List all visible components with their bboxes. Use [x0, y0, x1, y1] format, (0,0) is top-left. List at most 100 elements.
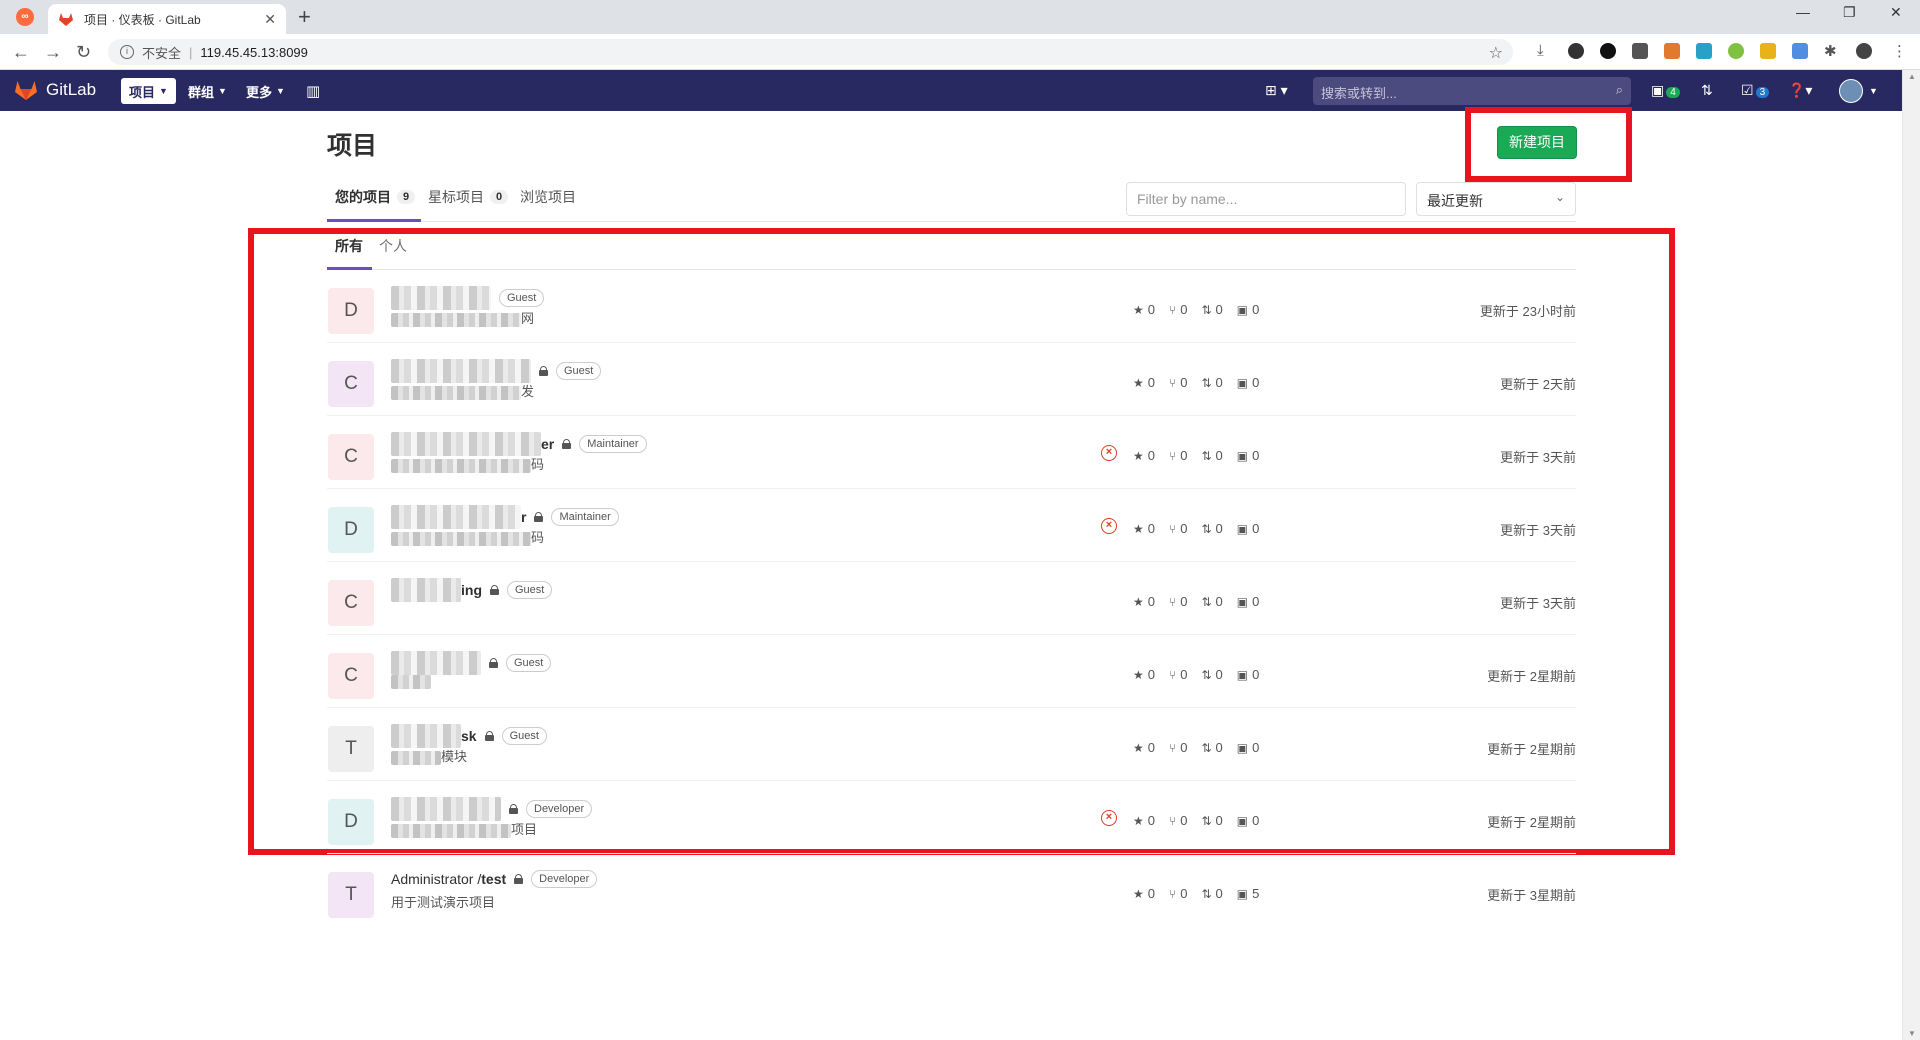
help-icon[interactable]: ❓▾ [1788, 82, 1812, 99]
tab-explore-projects[interactable]: 浏览项目 [520, 187, 576, 207]
project-avatar[interactable]: D [328, 288, 374, 334]
gitlab-logo[interactable]: GitLab [14, 79, 96, 101]
issues-count[interactable]: ▣ 0 [1237, 594, 1260, 609]
page-scrollbar[interactable]: ▲ ▼ [1902, 70, 1920, 1040]
maximize-icon[interactable]: ❐ [1843, 4, 1856, 21]
project-row[interactable]: D Developer 项目 × ★ 0 ⑂ 0 ⇅ 0 ▣ 0 更新于 2星期前 [327, 781, 1576, 854]
browser-profile-icon[interactable]: ∞ [16, 8, 34, 26]
stars-count[interactable]: ★ 0 [1133, 302, 1155, 317]
download-icon[interactable]: ⤓ [1537, 42, 1544, 59]
merge-requests-count[interactable]: ⇅ 0 [1201, 667, 1222, 682]
project-name[interactable]: sk Guest [391, 724, 547, 748]
filter-by-name-input[interactable]: Filter by name... [1126, 182, 1406, 216]
forks-count[interactable]: ⑂ 0 [1169, 302, 1187, 317]
issues-count[interactable]: ▣ 0 [1237, 667, 1260, 682]
issues-count[interactable]: ▣ 5 [1237, 886, 1260, 901]
nav-more[interactable]: 更多 ▼ [238, 78, 293, 104]
stars-count[interactable]: ★ 0 [1133, 375, 1155, 390]
puzzle-icon[interactable]: ✱ [1824, 42, 1837, 60]
project-row[interactable]: T Administrator / test Developer 用于测试演示项目 ★ 0… [327, 854, 1576, 927]
project-avatar[interactable]: T [328, 726, 374, 772]
merge-requests-count[interactable]: ⇅ 0 [1201, 813, 1222, 828]
forks-count[interactable]: ⑂ 0 [1169, 594, 1187, 609]
user-avatar[interactable] [1839, 79, 1863, 103]
scroll-up-icon[interactable]: ▲ [1908, 72, 1916, 81]
issues-count[interactable]: ▣ 0 [1237, 375, 1260, 390]
info-icon[interactable]: i [120, 45, 134, 59]
extension-icon[interactable] [1600, 43, 1616, 59]
address-bar[interactable]: i 不安全 | 119.45.45.13:8099 ☆ [108, 39, 1513, 65]
stars-count[interactable]: ★ 0 [1133, 594, 1155, 609]
project-row[interactable]: Cing Guest ★ 0 ⑂ 0 ⇅ 0 ▣ 0 更新于 3天前 [327, 562, 1576, 635]
project-row[interactable]: C Guest 发 ★ 0 ⑂ 0 ⇅ 0 ▣ 0 更新于 2天前 [327, 343, 1576, 416]
project-avatar[interactable]: D [328, 507, 374, 553]
tab-your-projects[interactable]: 您的项目 9 [335, 187, 416, 207]
issues-icon[interactable]: ▣ 4 [1651, 82, 1680, 99]
forks-count[interactable]: ⑂ 0 [1169, 740, 1187, 755]
close-tab-icon[interactable]: ✕ [264, 11, 276, 28]
search-input[interactable]: 搜索或转到... ⌕ [1313, 77, 1631, 105]
issues-count[interactable]: ▣ 0 [1237, 813, 1260, 828]
extension-icon[interactable] [1760, 43, 1776, 59]
merge-requests-count[interactable]: ⇅ 0 [1201, 594, 1222, 609]
forks-count[interactable]: ⑂ 0 [1169, 886, 1187, 901]
forks-count[interactable]: ⑂ 0 [1169, 375, 1187, 390]
address-url[interactable]: 119.45.45.13:8099 [200, 45, 307, 60]
extension-icon[interactable] [1664, 43, 1680, 59]
project-name[interactable]: Administrator / test Developer [391, 870, 598, 888]
back-icon[interactable]: ← [12, 42, 30, 63]
merge-requests-count[interactable]: ⇅ 0 [1201, 375, 1222, 390]
minimize-icon[interactable]: — [1796, 4, 1810, 20]
todos-icon[interactable]: ☑ 3 [1741, 82, 1770, 99]
extension-icon[interactable] [1568, 43, 1584, 59]
project-name[interactable]: ing Guest [391, 578, 553, 602]
project-avatar[interactable]: C [328, 580, 374, 626]
forward-icon[interactable]: → [44, 42, 62, 63]
browser-menu-icon[interactable]: ⋮ [1892, 42, 1907, 60]
extension-icon[interactable] [1792, 43, 1808, 59]
forks-count[interactable]: ⑂ 0 [1169, 813, 1187, 828]
project-row[interactable]: Cer Maintainer 码 × ★ 0 ⑂ 0 ⇅ 0 ▣ 0 更新于 3天前 [327, 416, 1576, 489]
new-dropdown-icon[interactable]: ⊞ ▾ [1265, 82, 1288, 99]
window-close-icon[interactable]: ✕ [1890, 4, 1902, 21]
nav-projects[interactable]: 项目 ▼ [121, 78, 176, 104]
extension-icon[interactable] [1632, 43, 1648, 59]
stars-count[interactable]: ★ 0 [1133, 813, 1155, 828]
merge-requests-count[interactable]: ⇅ 0 [1201, 302, 1222, 317]
extension-icon[interactable] [1696, 43, 1712, 59]
project-name[interactable]: Guest [391, 651, 552, 675]
forks-count[interactable]: ⑂ 0 [1169, 667, 1187, 682]
chevron-down-icon[interactable]: ▼ [1869, 86, 1878, 96]
forks-count[interactable]: ⑂ 0 [1169, 448, 1187, 463]
reload-icon[interactable]: ↻ [76, 42, 91, 63]
merge-requests-icon[interactable]: ⇅ [1701, 82, 1713, 99]
sort-dropdown[interactable]: 最近更新 ⌄ [1416, 182, 1576, 216]
project-avatar[interactable]: D [328, 799, 374, 845]
tab-starred-projects[interactable]: 星标项目 0 [428, 187, 509, 207]
merge-requests-count[interactable]: ⇅ 0 [1201, 448, 1222, 463]
scroll-down-icon[interactable]: ▼ [1908, 1029, 1916, 1038]
project-row[interactable]: C Guest ★ 0 ⑂ 0 ⇅ 0 ▣ 0 更新于 2星期前 [327, 635, 1576, 708]
project-row[interactable]: D Guest 网 ★ 0 ⑂ 0 ⇅ 0 ▣ 0 更新于 23小时前 [327, 270, 1576, 343]
project-name[interactable]: Guest [391, 359, 602, 383]
stars-count[interactable]: ★ 0 [1133, 740, 1155, 755]
stars-count[interactable]: ★ 0 [1133, 886, 1155, 901]
forks-count[interactable]: ⑂ 0 [1169, 521, 1187, 536]
issues-count[interactable]: ▣ 0 [1237, 740, 1260, 755]
pipeline-failed-icon[interactable]: × [1101, 445, 1117, 461]
merge-requests-count[interactable]: ⇅ 0 [1201, 886, 1222, 901]
project-avatar[interactable]: C [328, 361, 374, 407]
project-name[interactable]: Guest [391, 286, 545, 310]
project-row[interactable]: Tsk Guest 模块 ★ 0 ⑂ 0 ⇅ 0 ▣ 0 更新于 2星期前 [327, 708, 1576, 781]
browser-tab[interactable]: 项目 · 仪表板 · GitLab ✕ [48, 4, 286, 34]
activity-chart-icon[interactable]: ▥ [298, 78, 328, 104]
new-tab-icon[interactable]: + [298, 4, 311, 30]
pipeline-failed-icon[interactable]: × [1101, 810, 1117, 826]
extension-icon[interactable] [1728, 43, 1744, 59]
pipeline-failed-icon[interactable]: × [1101, 518, 1117, 534]
project-name[interactable]: r Maintainer [391, 505, 619, 529]
stars-count[interactable]: ★ 0 [1133, 667, 1155, 682]
nav-groups[interactable]: 群组 ▼ [180, 78, 235, 104]
project-avatar[interactable]: C [328, 653, 374, 699]
project-avatar[interactable]: C [328, 434, 374, 480]
